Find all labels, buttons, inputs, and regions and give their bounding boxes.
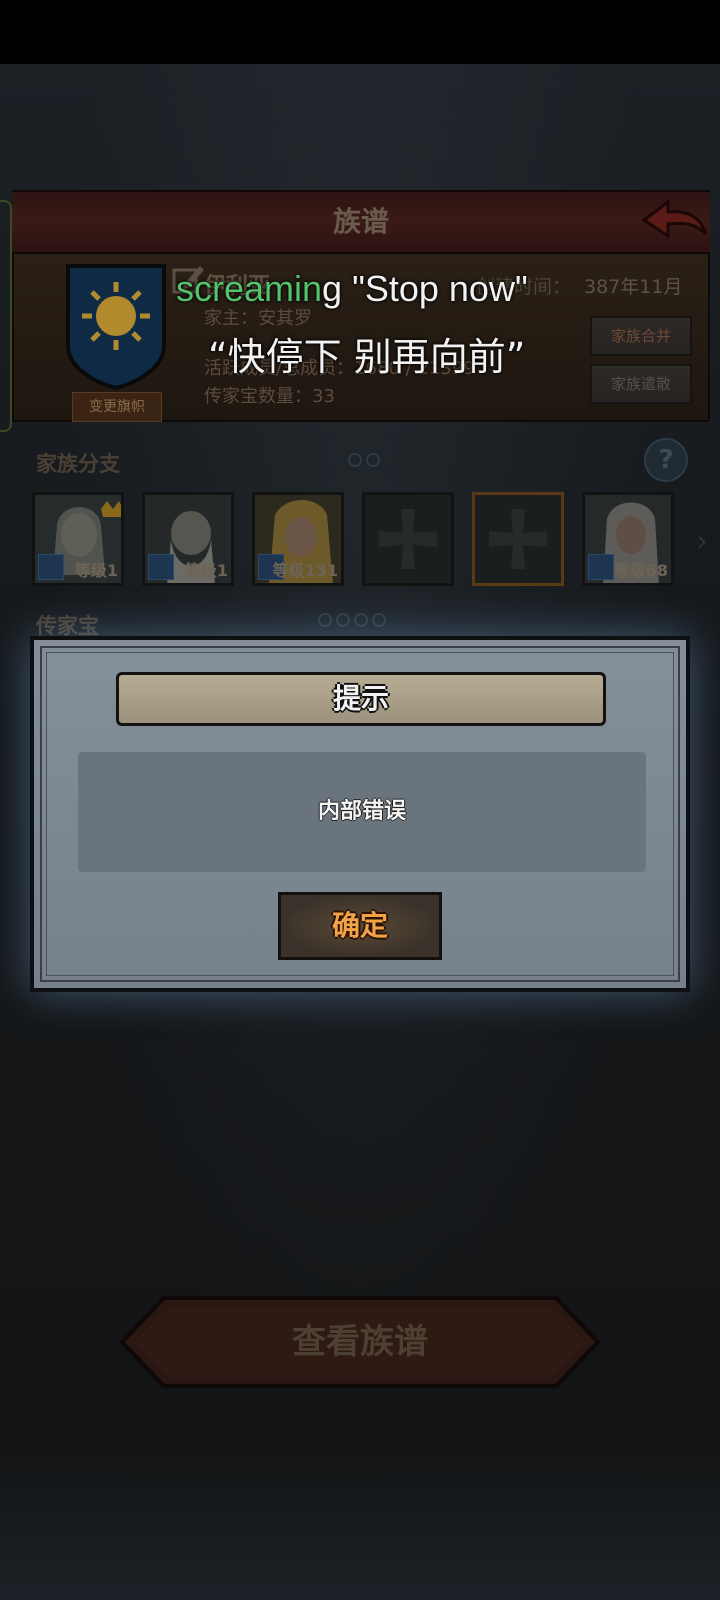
clan-banner-icon[interactable] bbox=[64, 262, 168, 390]
dialog-message: 内部错误 bbox=[317, 799, 406, 824]
dialog-message-box: 内部错误 bbox=[78, 752, 646, 872]
card-level: 等级131 bbox=[272, 561, 338, 580]
clan-disband-button[interactable]: 家族遣散 bbox=[590, 364, 692, 404]
help-icon[interactable]: ? bbox=[644, 438, 688, 482]
cross-emblem-icon bbox=[489, 509, 547, 569]
card-level: 等级1 bbox=[74, 561, 118, 580]
branch-card-2[interactable]: 等级1 bbox=[142, 492, 234, 586]
branch-card-empty[interactable] bbox=[362, 492, 454, 586]
page-dot bbox=[348, 453, 362, 467]
alert-dialog: 提示 内部错误 确定 bbox=[30, 636, 690, 992]
sword-icon bbox=[38, 554, 64, 580]
subtitle-line-1: screaming "Stop now" bbox=[176, 268, 528, 310]
page-dot bbox=[366, 453, 380, 467]
back-arrow-icon[interactable] bbox=[640, 196, 710, 242]
subtitle-rest: g "Stop now" bbox=[322, 268, 528, 309]
subtitle-highlight: screamin bbox=[176, 268, 323, 309]
created-time-value: 387年11月 bbox=[584, 276, 683, 298]
branches-page-dots bbox=[348, 452, 384, 470]
confirm-label: 确定 bbox=[331, 909, 388, 942]
cross-emblem-icon bbox=[379, 509, 437, 569]
branch-card-6[interactable]: 等级68 bbox=[582, 492, 674, 586]
title-bar: 族谱 bbox=[12, 190, 710, 254]
bottom-fog bbox=[0, 1440, 720, 1600]
branch-card-empty-selected[interactable] bbox=[472, 492, 564, 586]
page-title: 族谱 bbox=[332, 205, 389, 238]
sword-icon bbox=[148, 554, 174, 580]
branch-card-1[interactable]: 等级1 bbox=[32, 492, 124, 586]
subtitle-line-2: “快停下 别再向前” bbox=[208, 335, 526, 379]
page-dot bbox=[354, 613, 368, 627]
sword-icon bbox=[588, 554, 614, 580]
clan-merge-button[interactable]: 家族合并 bbox=[590, 316, 692, 356]
view-family-tree-label: 查看族谱 bbox=[292, 1322, 428, 1362]
clan-heirloom-count: 传家宝数量：33 bbox=[204, 386, 335, 407]
dialog-title-bar: 提示 bbox=[116, 672, 606, 726]
status-bar bbox=[0, 0, 720, 64]
branch-card-3[interactable]: 等级131 bbox=[252, 492, 344, 586]
chevron-right-icon[interactable]: › bbox=[696, 524, 708, 559]
heirloom-page-dots bbox=[318, 612, 390, 630]
game-screen: 族谱 变更旗帜 伊利亚 家主：安其罗 活跃成员/总成员：1680 / 21399… bbox=[0, 0, 720, 1600]
page-dot bbox=[336, 613, 350, 627]
confirm-button[interactable]: 确定 bbox=[278, 892, 442, 960]
side-drawer-tab[interactable] bbox=[0, 200, 12, 432]
change-banner-button[interactable]: 变更旗帜 bbox=[72, 392, 162, 422]
card-level: 等级1 bbox=[184, 561, 228, 580]
page-dot bbox=[372, 613, 386, 627]
dialog-title: 提示 bbox=[332, 682, 389, 715]
card-level: 等级68 bbox=[613, 561, 668, 580]
page-dot bbox=[318, 613, 332, 627]
branches-title: 家族分支 bbox=[36, 452, 120, 476]
